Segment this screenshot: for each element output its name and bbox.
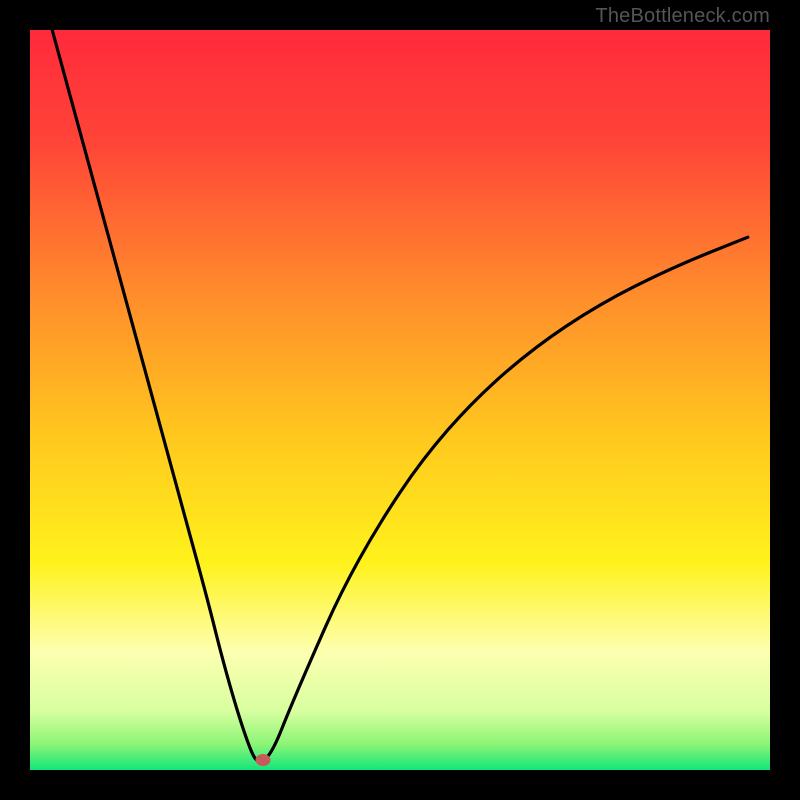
- watermark-text: TheBottleneck.com: [595, 5, 770, 28]
- bottleneck-curve: [52, 30, 748, 762]
- minimum-marker: [256, 754, 271, 766]
- plot-area: [30, 30, 770, 770]
- curve-layer: [30, 30, 770, 770]
- chart-frame: TheBottleneck.com: [0, 0, 800, 800]
